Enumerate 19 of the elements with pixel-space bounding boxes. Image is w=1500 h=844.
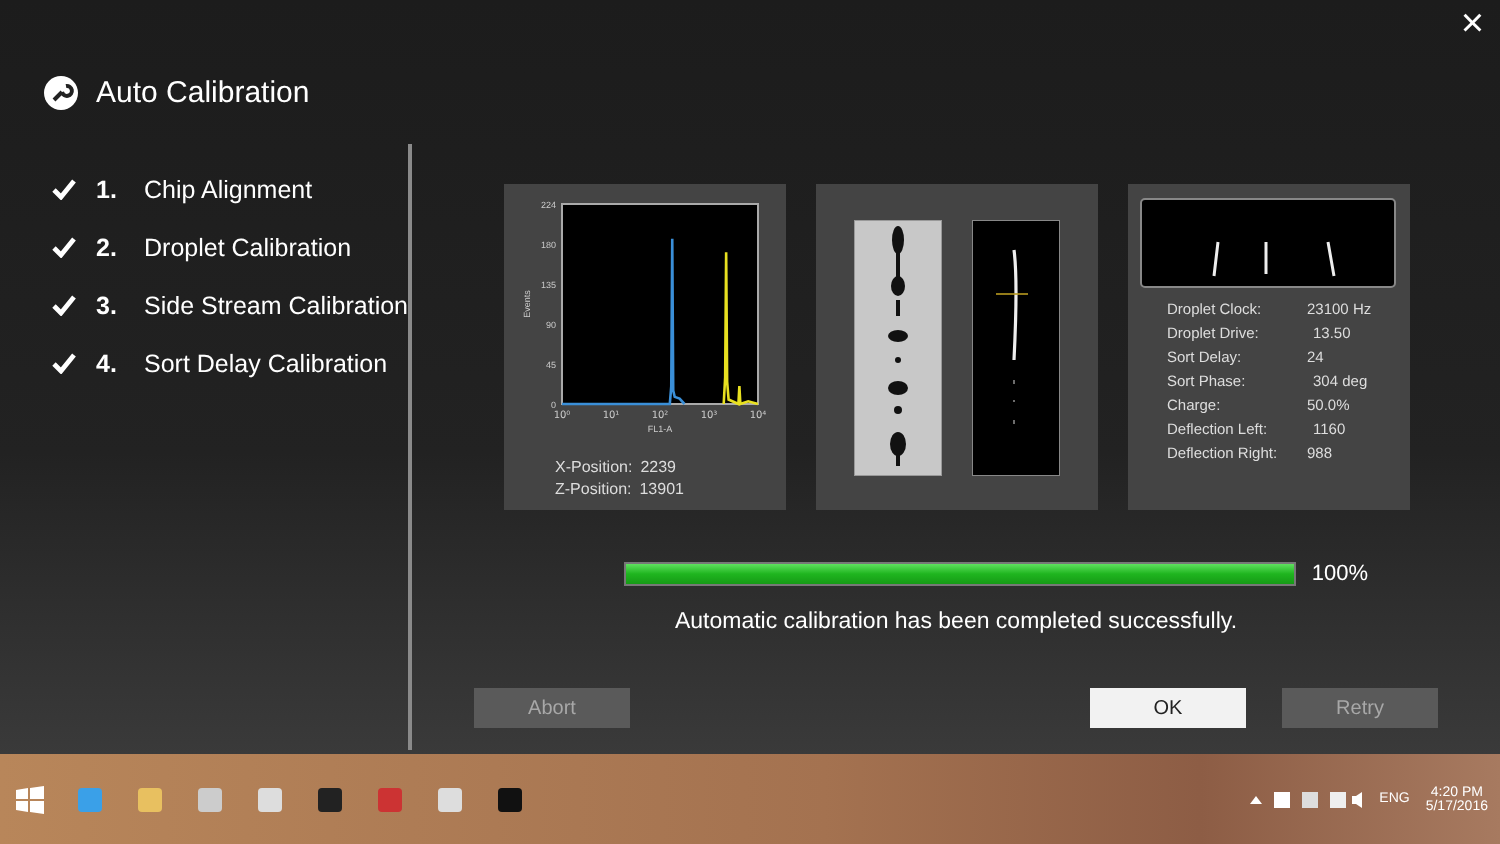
step-number: 2. [96,233,119,261]
step-label: Droplet Calibration [144,233,352,261]
step-number: 4. [96,349,119,377]
reading-value: 2239 [640,458,676,476]
status-message: Automatic calibration has been completed successfully. [674,610,1238,634]
windows-logo-icon[interactable] [12,781,48,817]
step-label: Sort Delay Calibration [144,349,388,377]
reading-label: Z-Position: [555,480,632,498]
step-label: Side Stream Calibration [144,291,408,319]
tray-icons-drawing [1247,789,1364,809]
step-number: 1. [96,175,119,203]
step-label: Chip Alignment [144,175,313,203]
reading-value: 13901 [639,480,684,498]
close-button[interactable]: × [1452,4,1492,44]
progress-percentage: 100% [1311,562,1369,586]
reading-label: X-Position: [555,458,633,476]
dialog-title: Auto Calibration [96,75,310,109]
step-number: 3. [96,291,119,319]
ok-button[interactable]: OK [1090,688,1246,728]
